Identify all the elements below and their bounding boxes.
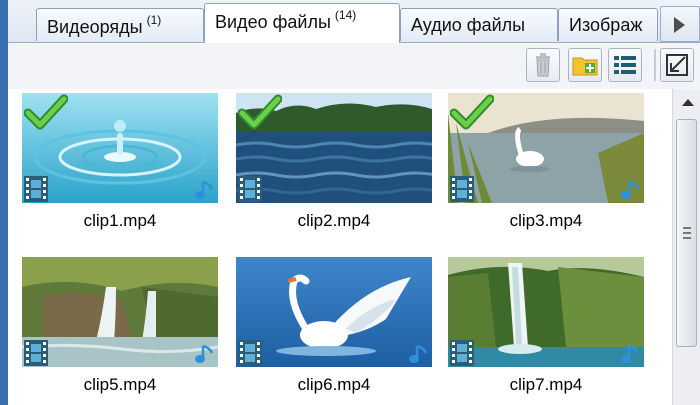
list-view-button[interactable]	[608, 48, 642, 82]
vertical-scrollbar[interactable]	[672, 89, 700, 405]
file-name: clip5.mp4	[83, 375, 157, 394]
trash-icon	[536, 53, 550, 77]
checkmark-icon	[450, 94, 494, 130]
film-strip-icon	[450, 340, 474, 366]
music-note-icon	[621, 180, 640, 199]
film-strip-icon	[24, 340, 48, 366]
folder-add-icon	[572, 57, 598, 76]
grip-line	[683, 227, 691, 229]
checkmark-icon	[238, 94, 282, 130]
film-strip-icon	[238, 340, 262, 366]
film-strip-icon	[450, 176, 474, 202]
list-view-icon	[614, 56, 636, 74]
delete-button[interactable]	[526, 48, 560, 82]
tab-video-files[interactable]: Видео файлы (14)	[204, 3, 400, 43]
video-thumbnail	[448, 257, 644, 367]
grip-line	[683, 237, 691, 239]
window-edge	[0, 0, 8, 405]
file-name: clip7.mp4	[509, 375, 583, 394]
scroll-up-arrow-icon[interactable]	[682, 99, 694, 106]
grip-line	[683, 232, 691, 234]
arrow-right-icon	[674, 17, 685, 33]
music-note-icon	[621, 344, 640, 363]
file-name: clip3.mp4	[509, 211, 583, 230]
film-strip-icon	[238, 176, 262, 202]
collapse-icon	[666, 54, 688, 76]
collapse-panel-button[interactable]	[660, 48, 694, 82]
file-name: clip1.mp4	[83, 211, 157, 230]
music-note-icon	[409, 344, 428, 363]
tab-slideshows[interactable]: Видеоряды (1)	[36, 8, 204, 41]
film-strip-icon	[24, 176, 48, 202]
tab-count: (1)	[146, 13, 162, 27]
tab-audio-files[interactable]: Аудио файлы	[400, 8, 558, 41]
file-name: clip6.mp4	[297, 375, 371, 394]
video-thumbnail	[22, 257, 218, 367]
music-note-icon	[195, 344, 214, 363]
tab-label: Видео файлы	[215, 12, 331, 32]
toolbar	[8, 43, 700, 89]
scrollbar-thumb[interactable]	[676, 119, 697, 347]
music-note-icon	[195, 180, 214, 199]
video-thumbnail	[236, 257, 432, 367]
toolbar-divider	[654, 49, 656, 81]
file-name: clip2.mp4	[297, 211, 371, 230]
tab-images[interactable]: Изображ	[558, 8, 658, 41]
checkmark-icon	[24, 94, 68, 130]
tab-bar: Видеоряды (1) Видео файлы (14) Аудио файлы…	[8, 0, 700, 43]
tab-label: Видеоряды	[47, 17, 143, 37]
add-folder-button[interactable]	[568, 48, 602, 82]
tab-count: (14)	[334, 8, 357, 22]
file-grid: clip1.mp4 clip2.mp4 clip3.mp4 clip5.mp4 …	[8, 89, 672, 405]
tab-label: Аудио файлы	[411, 15, 526, 35]
tab-label: Изображ	[569, 15, 643, 35]
tab-scroll-right-button[interactable]	[660, 6, 700, 42]
